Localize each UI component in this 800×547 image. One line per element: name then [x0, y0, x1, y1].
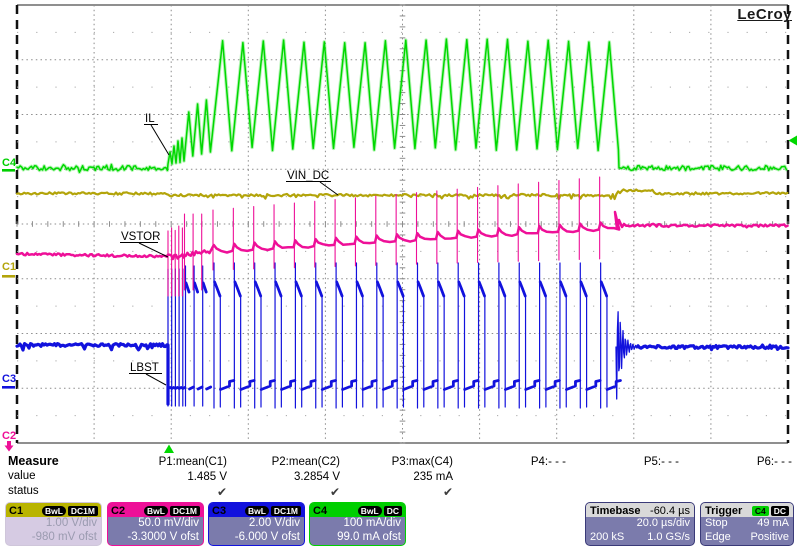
channel-badge-dc: DC — [383, 505, 402, 516]
trigger-coupling-badge: DC — [770, 505, 789, 516]
channel-marker-c2: C2 — [2, 430, 16, 442]
channel-scale: 50.0 mV/div — [138, 517, 199, 529]
measure-param-label: P2:mean(C2) — [271, 456, 340, 468]
measure-param-status-check: ✔ — [329, 485, 340, 499]
measure-param-label: P3:max(C4) — [391, 456, 453, 468]
trigger-level: 49 mA — [757, 517, 789, 529]
timebase-samples: 200 kS — [590, 530, 625, 543]
channel-scale: 2.00 V/div — [248, 517, 300, 529]
channel-offset: 99.0 mA ofst — [337, 530, 401, 543]
channel-header-c4: C4 BwL DC — [310, 503, 405, 517]
channel-scale: 100 mA/div — [343, 517, 401, 529]
channel-header-c3: C3 BwL DC1M — [209, 503, 304, 517]
trigger-header: Trigger C4 DC — [701, 503, 793, 517]
measure-param-status-check: ✔ — [216, 485, 227, 499]
channel-offset: -3.3000 V ofst — [127, 530, 199, 543]
channel-marker-c4: C4 — [2, 157, 17, 169]
lecroy-logo: LeCroy — [737, 6, 792, 23]
trace-label-vin_dc: VIN_DC — [287, 170, 329, 182]
waveform-display: C4 C1 C3 C2 IL VIN_DC VSTOR LBST — [2, 4, 797, 453]
measure-title: Measure — [8, 454, 59, 468]
trigger-slope: Positive — [750, 530, 789, 543]
trace-label-il: IL — [145, 113, 155, 125]
oscilloscope-screen: C4 C1 C3 C2 IL VIN_DC VSTOR LBST LeCroy Measure… — [0, 0, 800, 547]
trigger-title: Trigger — [705, 504, 743, 517]
measure-param-value: 3.2854 V — [293, 471, 340, 483]
trace-label-vstor: VSTOR — [121, 231, 160, 243]
channel-header-c2: C2 BwL DC1M — [108, 503, 203, 517]
measure-param-label: P5:- - - — [643, 456, 679, 468]
channel-box-c1[interactable]: C1 BwL DC1M 1.00 V/div -980 mV ofst — [5, 502, 102, 546]
channel-badge-bwl: BwL — [143, 505, 168, 516]
measure-param-value: 1.485 V — [187, 471, 227, 483]
channel-badge-bwl: BwL — [357, 505, 382, 516]
trigger-type: Edge — [705, 530, 731, 543]
measure-param-label: P6:- - - — [756, 456, 792, 468]
channel-badge-dc1m: DC1M — [270, 505, 301, 516]
measure-param-label: P4:- - - — [530, 456, 566, 468]
timebase-rate: 1.0 GS/s — [647, 530, 690, 543]
trace-label-lbst: LBST — [130, 362, 159, 374]
timebase-delay: -60.4 µs — [650, 504, 690, 517]
channel-box-c3[interactable]: C3 BwL DC1M 2.00 V/div -6.000 V ofst — [208, 502, 305, 546]
channel-marker-c1: C1 — [2, 261, 16, 273]
timebase-header: Timebase -60.4 µs — [586, 503, 694, 517]
channel-marker-c3: C3 — [2, 373, 16, 385]
trigger-mode: Stop — [705, 517, 728, 529]
channel-id: C3 — [212, 504, 227, 517]
measure-value-row-label: value — [8, 470, 36, 482]
channel-badge-dc1m: DC1M — [67, 505, 98, 516]
trigger-box[interactable]: Trigger C4 DC Stop 49 mA Edge Positive — [700, 502, 794, 546]
channel-id: C2 — [111, 504, 126, 517]
measure-status-row-label: status — [8, 485, 39, 497]
measure-param-label: P1:mean(C1) — [158, 456, 227, 468]
timebase-title: Timebase — [590, 504, 641, 517]
channel-box-c2[interactable]: C2 BwL DC1M 50.0 mV/div -3.3000 V ofst — [107, 502, 204, 546]
channel-header-c1: C1 BwL DC1M — [6, 503, 101, 517]
channel-id: C1 — [9, 504, 24, 517]
channel-badge-dc1m: DC1M — [169, 505, 200, 516]
channel-badge-bwl: BwL — [41, 505, 66, 516]
timebase-per-div: 20.0 µs/div — [636, 517, 690, 529]
channel-scale: 1.00 V/div — [45, 517, 97, 529]
measure-param-status-check: ✔ — [442, 485, 453, 499]
timebase-box[interactable]: Timebase -60.4 µs 20.0 µs/div 200 kS 1.0… — [585, 502, 695, 546]
channel-id: C4 — [313, 504, 328, 517]
channel-badge-bwl: BwL — [244, 505, 269, 516]
measure-param-value: 235 mA — [413, 471, 453, 483]
channel-offset: -6.000 V ofst — [234, 530, 300, 543]
channel-offset: -980 mV ofst — [31, 530, 97, 543]
trigger-source-badge: C4 — [751, 505, 769, 516]
channel-box-c4[interactable]: C4 BwL DC 100 mA/div 99.0 mA ofst — [309, 502, 406, 546]
